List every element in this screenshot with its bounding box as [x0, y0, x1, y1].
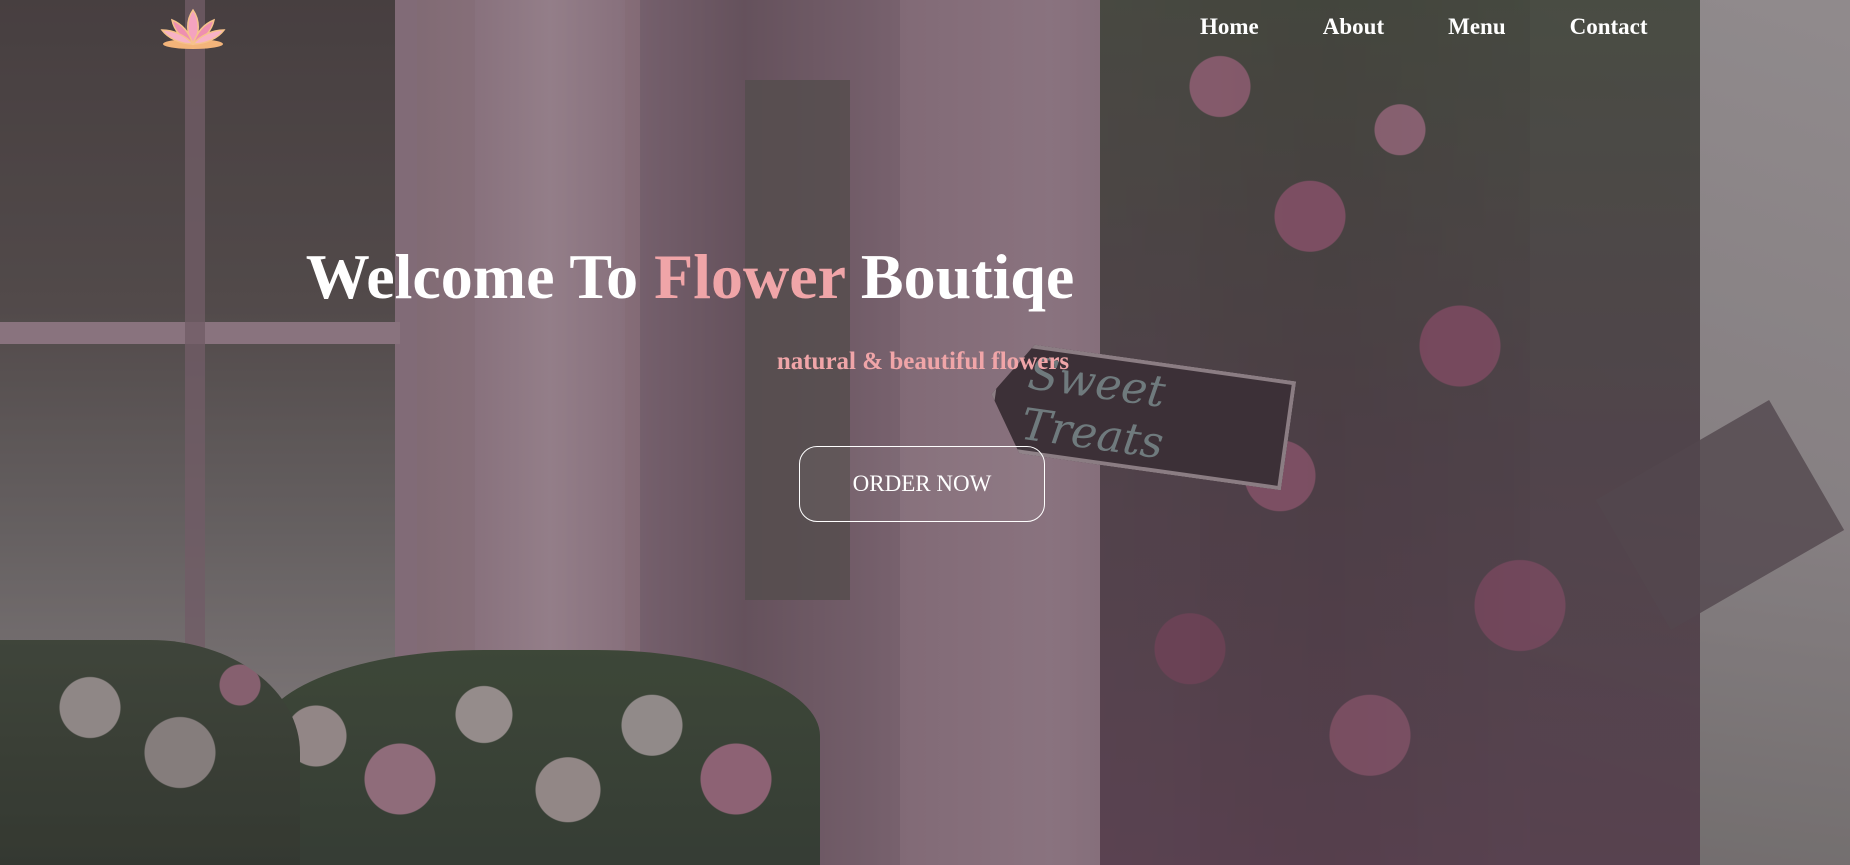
hero-background-image: Sweet Treats: [0, 0, 1850, 865]
hero-title: Welcome To Flower Boutiqe: [0, 240, 1380, 314]
main-nav: Home About Menu Contact: [1200, 14, 1712, 40]
hero-subtitle: natural & beautiful flowers: [776, 348, 1070, 375]
lotus-icon[interactable]: [158, 6, 228, 52]
hero-title-suffix: Boutiqe: [844, 241, 1075, 312]
nav-menu-link[interactable]: Menu: [1448, 14, 1506, 40]
nav-about-link[interactable]: About: [1323, 14, 1384, 40]
hero-section: Sweet Treats Home About Menu Contact Wel…: [0, 0, 1850, 865]
hero-title-prefix: Welcome To: [305, 241, 655, 312]
order-now-button[interactable]: ORDER NOW: [799, 446, 1045, 522]
nav-home-link[interactable]: Home: [1200, 14, 1259, 40]
nav-contact-link[interactable]: Contact: [1570, 14, 1648, 40]
hero-title-accent: Flower: [654, 241, 845, 312]
